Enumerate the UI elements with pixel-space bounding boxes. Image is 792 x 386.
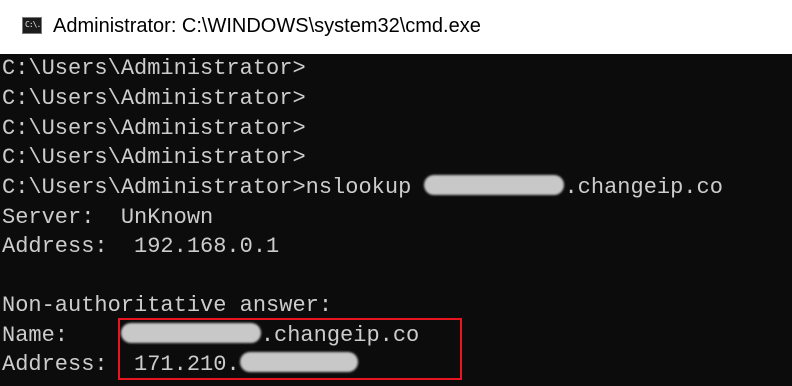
- result-highlight-box: [118, 318, 462, 380]
- cmd-window: C:\. Administrator: C:\WINDOWS\system32\…: [0, 0, 792, 386]
- console-command-line: C:\Users\Administrator>nslookup .changei…: [2, 173, 723, 202]
- window-title: Administrator: C:\WINDOWS\system32\cmd.e…: [53, 15, 481, 37]
- name-label: Name:: [2, 323, 121, 348]
- address-label: Address:: [2, 352, 135, 377]
- console-line: Server: UnKnown: [2, 205, 214, 230]
- command-text: nslookup: [305, 175, 425, 200]
- cmd-icon-glyph: C:\.: [25, 20, 41, 29]
- redacted-hostname: [424, 175, 565, 196]
- console-line: C:\Users\Administrator>: [2, 145, 306, 170]
- console-line: Address: 192.168.0.1: [2, 234, 280, 259]
- title-bar[interactable]: C:\. Administrator: C:\WINDOWS\system32\…: [0, 0, 792, 54]
- console-line: C:\Users\Administrator>: [2, 116, 306, 141]
- cmd-app-icon[interactable]: C:\.: [22, 17, 42, 34]
- prompt-text: C:\Users\Administrator>: [2, 175, 306, 200]
- console-line: C:\Users\Administrator>: [2, 86, 306, 111]
- command-domain-suffix: .changeip.co: [564, 175, 723, 200]
- console-line: Non-authoritative answer:: [2, 293, 333, 318]
- console-line: C:\Users\Administrator>: [2, 56, 306, 81]
